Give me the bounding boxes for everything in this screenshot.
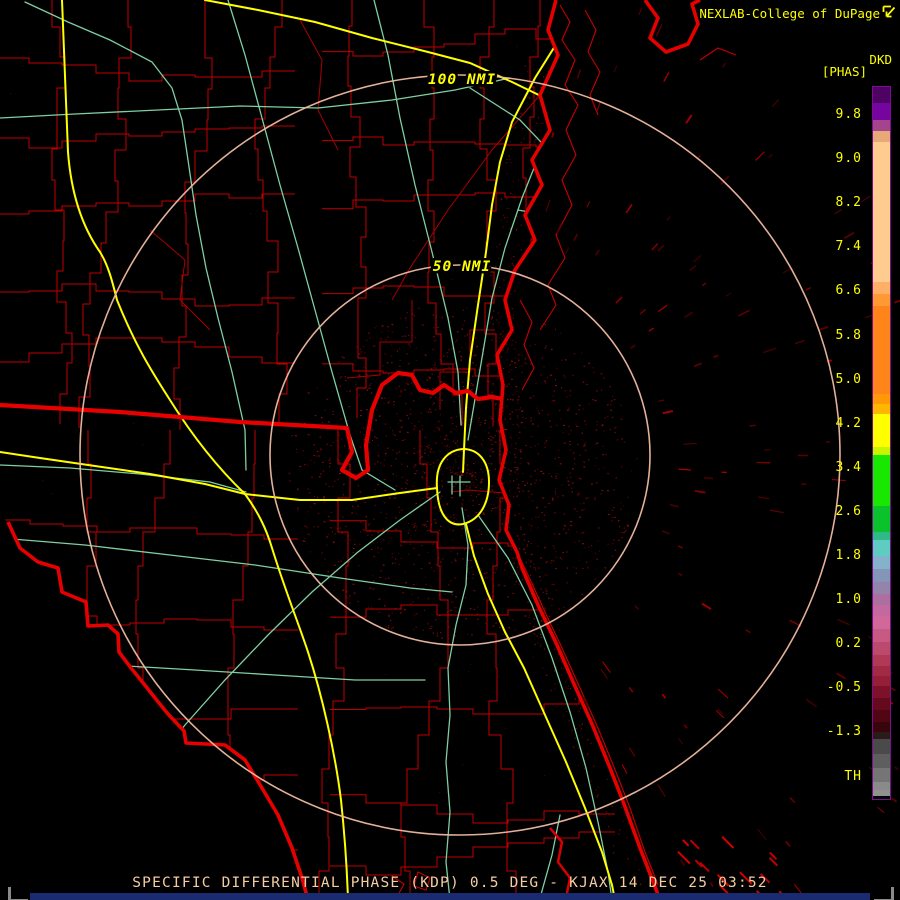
color-scale-bar (872, 86, 891, 800)
color-scale-segment (873, 782, 890, 790)
color-scale-tick-label: 5.0 (835, 371, 862, 387)
status-bar-text: SPECIFIC DIFFERENTIAL PHASE (KDP) 0.5 DE… (132, 875, 768, 891)
color-scale-segment (873, 414, 890, 447)
frame-corner-left (8, 887, 28, 900)
cod-logo-icon (882, 5, 896, 18)
range-ring-label-100: 100 NMI (428, 72, 496, 88)
color-scale-segment (873, 294, 890, 306)
color-scale-tick-label: 8.2 (835, 195, 862, 211)
color-scale-segment (873, 698, 890, 710)
color-scale-segment (873, 404, 890, 414)
bottom-navy-bar (30, 893, 870, 900)
color-scale-segment (873, 616, 890, 629)
color-scale-tick-label: -1.3 (826, 724, 862, 740)
range-rings (79, 74, 841, 836)
color-scale-tick-label: 9.8 (835, 107, 862, 122)
color-scale-tick-label: 5.8 (835, 327, 862, 343)
color-scale-segment (873, 455, 890, 506)
color-scale-segment (873, 103, 890, 120)
color-scale-segment (873, 87, 890, 103)
color-scale-segment (873, 131, 890, 142)
color-scale-segment (873, 754, 890, 768)
range-ring-label-50: 50 NMI (433, 259, 491, 275)
color-scale-tick-label: 1.8 (835, 548, 862, 563)
color-scale-segment (873, 739, 890, 754)
color-scale-tick-label: 6.6 (835, 283, 862, 299)
color-scale-segment (873, 768, 890, 782)
color-scale-tick-label: 1.0 (835, 592, 862, 608)
color-scale-tick-label: 7.4 (835, 239, 862, 255)
color-scale-threshold-label: TH (844, 768, 862, 784)
color-scale-segment (873, 556, 890, 569)
color-scale-tick-label: 0.2 (835, 636, 862, 652)
color-scale-segment (873, 306, 890, 394)
product-unit-bracket-label: [PHAS] (821, 64, 867, 79)
interstate-lines-yellow (0, 0, 616, 900)
color-scale-segment (873, 642, 890, 655)
color-scale-segment (873, 655, 890, 666)
color-scale-segment (873, 532, 890, 540)
page-title: NEXLAB-College of DuPage (699, 6, 880, 21)
color-scale-tick-label: 2.6 (835, 503, 862, 519)
color-scale-segment (873, 394, 890, 404)
color-scale-segment (873, 605, 890, 616)
county-boundary-detail (149, 19, 660, 611)
color-scale-tick-label: -0.5 (826, 680, 862, 696)
radar-map: 100 NMI 50 NMI (0, 0, 900, 900)
radar-product-screen: 100 NMI 50 NMI NEXLAB-College of DuPage … (0, 0, 900, 900)
product-unit-label: DKD (869, 52, 892, 67)
radar-clutter-ocean (480, 0, 900, 900)
color-scale-segment (873, 796, 890, 799)
color-scale-segment (873, 582, 890, 594)
color-scale-segment (873, 732, 890, 739)
color-scale-segment (873, 686, 890, 698)
color-scale-segment (873, 569, 890, 582)
color-scale-segment (873, 710, 890, 722)
range-ring-50nmi (269, 264, 651, 646)
color-scale-segment (873, 676, 890, 686)
color-scale-segment (873, 282, 890, 294)
coastline (0, 0, 701, 900)
color-scale-segment (873, 594, 890, 605)
color-scale-segment (873, 142, 890, 282)
color-scale-segment (873, 666, 890, 676)
range-ring-100nmi (79, 74, 841, 836)
color-scale-segment (873, 120, 890, 131)
color-scale-segment (873, 540, 890, 556)
color-scale-segment (873, 629, 890, 642)
color-scale-segment (873, 447, 890, 455)
county-boundary-lines (0, 0, 615, 900)
color-scale-tick-label: 9.0 (835, 151, 862, 167)
color-scale-segment (873, 722, 890, 732)
color-scale-tick-label: 4.2 (835, 415, 862, 431)
color-scale-segment (873, 506, 890, 532)
frame-corner-right (874, 887, 894, 900)
color-scale-tick-label: 3.4 (835, 459, 862, 475)
